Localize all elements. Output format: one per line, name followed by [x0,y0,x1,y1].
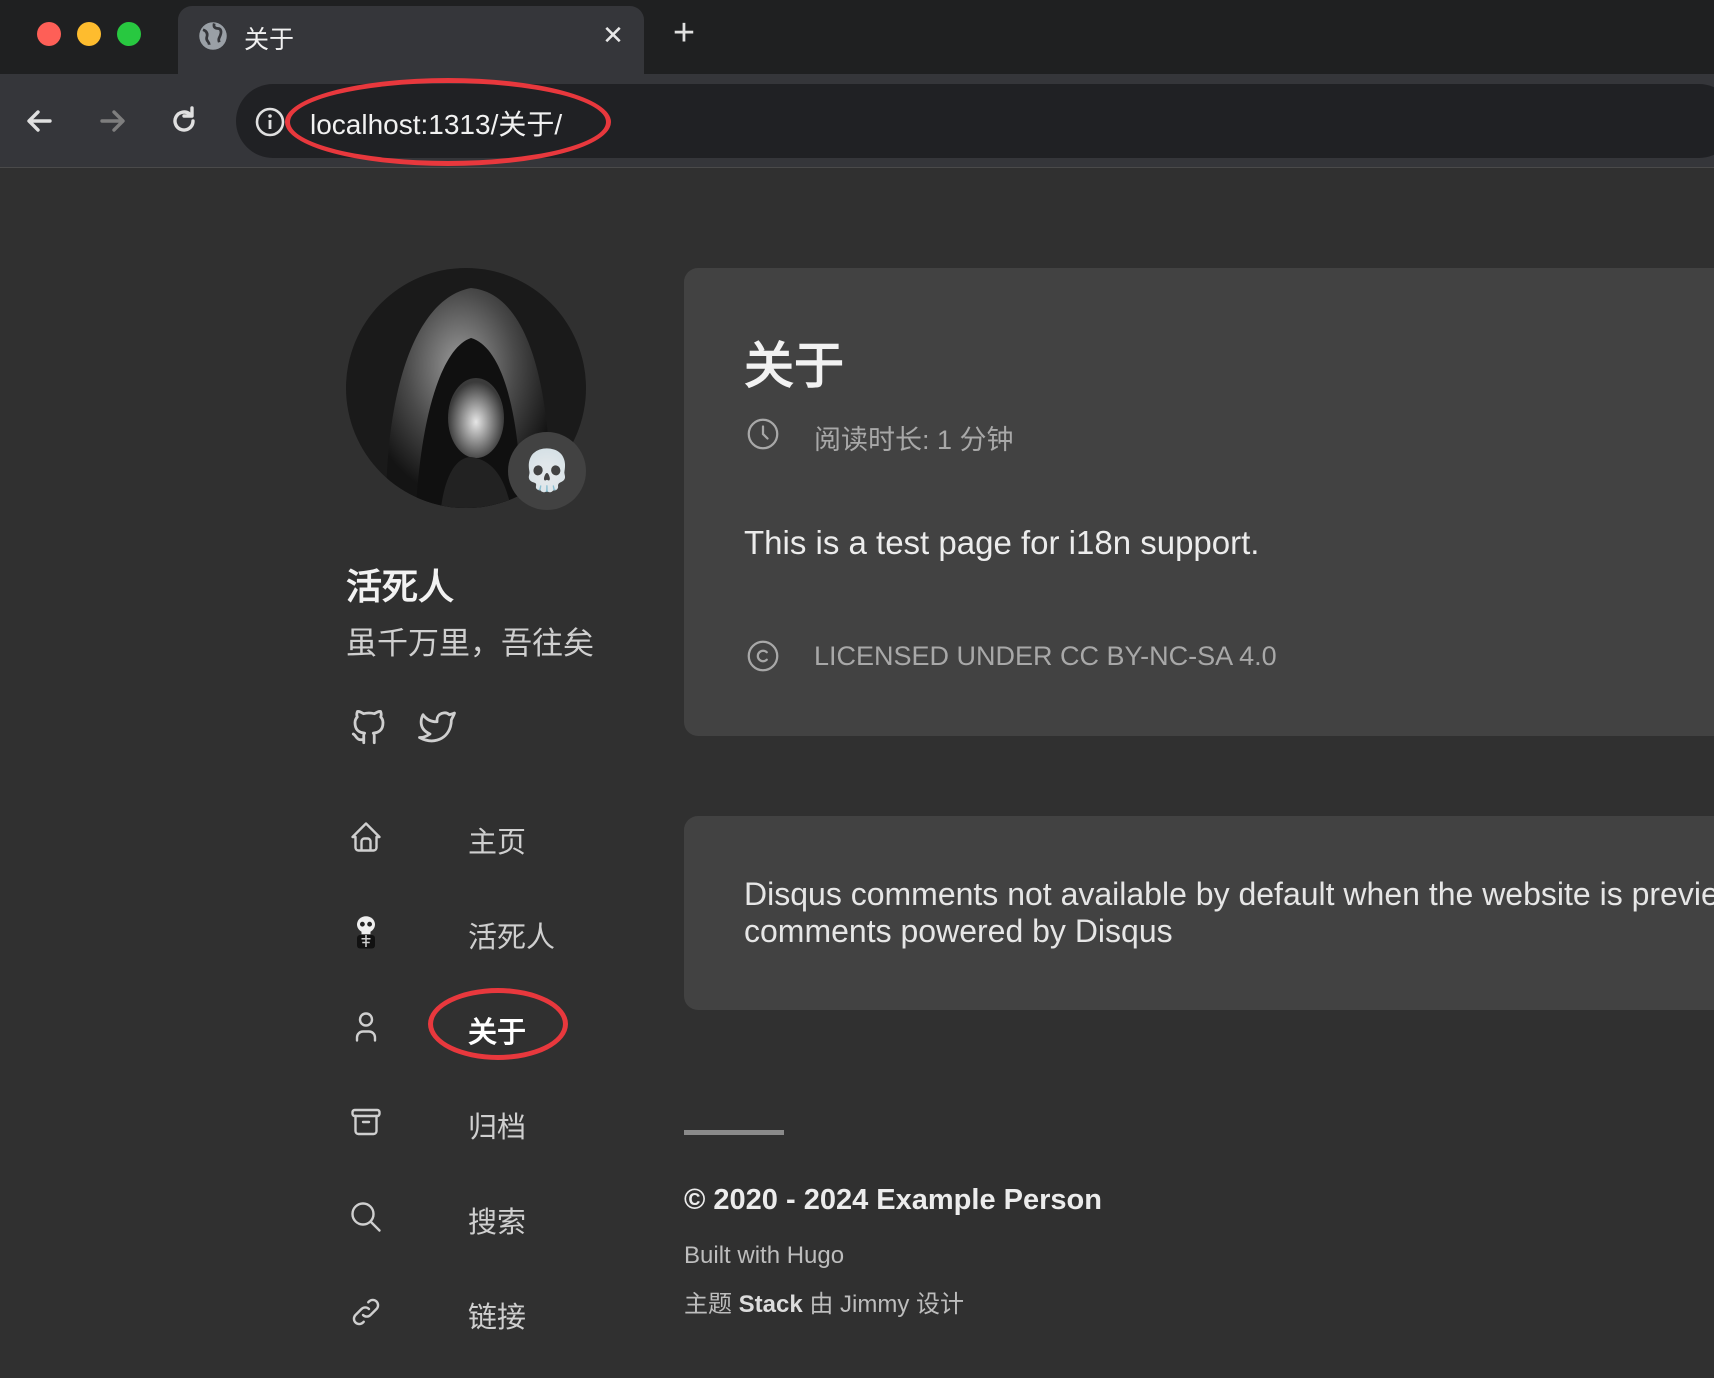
back-arrow-icon[interactable] [18,99,62,143]
sidebar-item-label: 主页 [468,827,527,859]
github-icon[interactable] [348,706,390,748]
sidebar-item-label: 关于 [468,1017,527,1049]
globe-icon [199,22,227,50]
copyright-icon [747,640,779,672]
sidebar-item-search[interactable]: 搜索 [346,1188,606,1248]
sidebar-item-label: 归档 [468,1112,527,1144]
footer-divider [684,1130,784,1135]
home-icon [351,822,381,852]
link-icon [352,1298,380,1326]
close-tab-icon[interactable]: ✕ [598,20,628,50]
archive-icon [351,1108,381,1136]
site-info-icon[interactable] [254,106,286,138]
site-description: 虽千万里，吾往矣 [346,626,594,661]
forward-arrow-icon[interactable] [90,99,134,143]
sidebar-item-zombie[interactable]: 活死人 [346,903,606,963]
page-title: 关于 [744,338,844,394]
comments-card: Disqus comments not available by default… [684,816,1714,1010]
footer-built-with[interactable]: Built with Hugo [684,1242,844,1270]
sidebar-item-archives[interactable]: 归档 [346,1093,606,1153]
user-icon [355,1012,377,1042]
clock-icon [747,418,779,450]
footer-copyright: © 2020 - 2024 Example Person [684,1184,1102,1216]
tab-title: 关于 [244,26,295,54]
new-tab-button[interactable]: + [664,14,704,54]
site-name: 活死人 [346,566,455,607]
skeleton-emoji-icon [357,916,375,949]
avatar-skull-badge: 💀 [508,432,586,510]
browser-toolbar: localhost:1313/关于/ [0,74,1714,168]
search-icon [351,1202,381,1232]
browser-tab[interactable]: 关于 ✕ [178,6,644,74]
sidebar-item-links[interactable]: 链接 [346,1283,606,1343]
sidebar-item-about[interactable]: 关于 [346,998,606,1058]
browser-titlebar: 关于 ✕ + [0,0,1714,74]
url-text[interactable]: localhost:1313/关于/ [310,103,562,143]
article-card: 关于 阅读时长: 1 分钟 This is a test page for i1… [684,268,1714,736]
minimize-window-button[interactable] [77,22,101,46]
page-content: 💀 活死人 虽千万里，吾往矣 主页 活死人 关于 归档 搜索 链接 关于 阅读时… [0,168,1714,1378]
twitter-icon[interactable] [416,706,458,748]
sidebar-item-label: 搜索 [468,1207,527,1239]
reload-icon[interactable] [162,99,206,143]
theme-suffix: 由 Jimmy 设计 [809,1291,965,1318]
sidebar-item-label: 链接 [468,1302,527,1334]
address-bar[interactable]: localhost:1313/关于/ [236,84,1714,158]
maximize-window-button[interactable] [117,22,141,46]
theme-prefix: 主题 [684,1291,732,1318]
close-window-button[interactable] [37,22,61,46]
sidebar-item-label: 活死人 [468,922,556,954]
footer-theme-credit: 主题 Stack 由 Jimmy 设计 [684,1284,964,1319]
sidebar-item-home[interactable]: 主页 [346,808,606,868]
license-text: LICENSED UNDER CC BY-NC-SA 4.0 [814,641,1277,671]
disqus-notice: Disqus comments not available by default… [744,876,1714,949]
reading-time: 阅读时长: 1 分钟 [814,425,1014,455]
article-body: This is a test page for i18n support. [744,524,1260,561]
theme-name-link[interactable]: Stack [739,1291,803,1318]
